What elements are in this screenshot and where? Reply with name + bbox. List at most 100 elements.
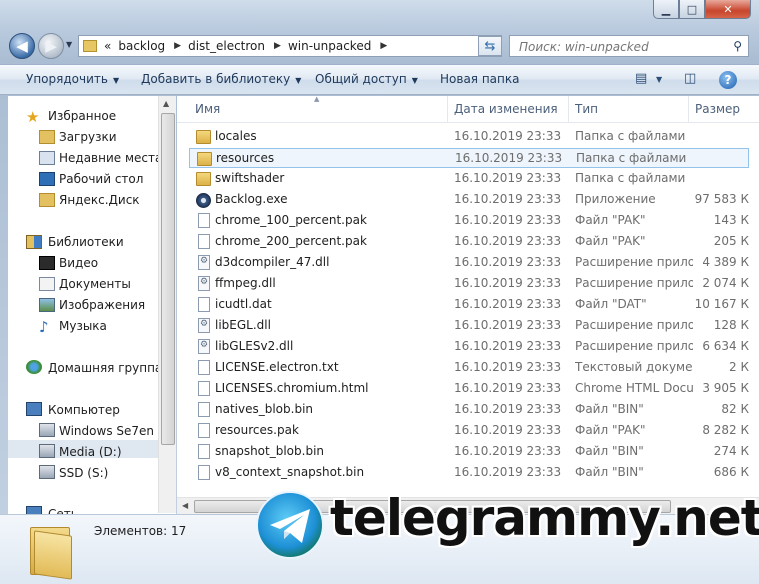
file-date: 16.10.2019 23:33 — [454, 423, 562, 437]
close-button[interactable]: ✕ — [705, 0, 751, 19]
breadcrumb-dist-electron[interactable]: dist_electron — [188, 39, 265, 53]
breadcrumb-backlog[interactable]: backlog — [118, 39, 165, 53]
file-type: Файл "BIN" — [575, 465, 644, 479]
preview-pane-icon[interactable]: ◫ — [684, 71, 696, 86]
file-type: Файл "PAK" — [575, 213, 646, 227]
table-row[interactable]: chrome_100_percent.pak 16.10.2019 23:33 Фа… — [189, 211, 749, 231]
view-dropdown-icon[interactable]: ▼ — [656, 75, 662, 84]
file-type: Файл "DAT" — [575, 297, 647, 311]
table-row[interactable]: snapshot_blob.bin 16.10.2019 23:33 Файл "B… — [189, 442, 749, 462]
folder-icon — [197, 152, 212, 166]
libraries-icon — [26, 235, 42, 249]
table-row[interactable]: libEGL.dll 16.10.2019 23:33 Расширение при… — [189, 316, 749, 336]
column-size[interactable]: Размер — [695, 102, 740, 116]
nav-libraries[interactable]: Библиотеки — [48, 235, 124, 249]
breadcrumb-separator-icon[interactable]: ▶ — [380, 41, 387, 51]
nav-images[interactable]: Изображения — [59, 298, 145, 312]
table-row[interactable]: Backlog.exe 16.10.2019 23:33 Приложение 97 … — [189, 190, 749, 210]
breadcrumb-separator-icon[interactable]: ▶ — [274, 41, 281, 51]
nav-recent[interactable]: Недавние места — [59, 151, 162, 165]
column-divider[interactable] — [447, 96, 448, 122]
table-row[interactable]: icudtl.dat 16.10.2019 23:33 Файл "DAT" 10 1… — [189, 295, 749, 315]
file-name: icudtl.dat — [215, 297, 272, 311]
table-row[interactable]: LICENSE.electron.txt 16.10.2019 23:33 Текс… — [189, 358, 749, 378]
nav-drive-c[interactable]: Windows Se7en (C — [59, 424, 171, 438]
file-type: Приложение — [575, 192, 656, 206]
address-bar[interactable]: « backlog ▶ dist_electron ▶ win-unpacked… — [78, 35, 502, 57]
file-name: LICENSES.chromium.html — [215, 381, 369, 395]
table-row[interactable]: locales 16.10.2019 23:33 Папка с файлами — [189, 127, 749, 147]
nav-yandex-disk[interactable]: Яндекс.Диск — [59, 193, 140, 207]
nav-drive-s[interactable]: SSD (S:) — [59, 466, 108, 480]
organize-menu[interactable]: Упорядочить ▼ — [26, 72, 119, 86]
help-icon[interactable]: ? — [719, 71, 737, 89]
file-size: 3 905 К — [702, 381, 749, 395]
scroll-left-icon[interactable]: ◀ — [182, 501, 188, 510]
file-name: chrome_200_percent.pak — [215, 234, 367, 248]
video-icon — [39, 256, 55, 270]
column-divider[interactable] — [568, 96, 569, 122]
column-header: ▲ Имя Дата изменения Тип Размер — [177, 96, 759, 123]
share-menu[interactable]: Общий доступ ▼ — [315, 72, 418, 86]
add-to-library-menu[interactable]: Добавить в библиотеку ▼ — [141, 72, 301, 86]
watermark-text: telegrammy.net — [330, 489, 759, 547]
table-row[interactable]: chrome_200_percent.pak 16.10.2019 23:33 Фа… — [189, 232, 749, 252]
column-name[interactable]: Имя — [195, 102, 220, 116]
nav-computer[interactable]: Компьютер — [48, 403, 120, 417]
nav-scrollbar[interactable]: ▲ — [158, 96, 176, 513]
file-type: Файл "BIN" — [575, 402, 644, 416]
address-overflow[interactable]: « — [104, 39, 111, 53]
table-row[interactable]: swiftshader 16.10.2019 23:33 Папка с файла… — [189, 169, 749, 189]
nav-desktop[interactable]: Рабочий стол — [59, 172, 143, 186]
file-name: natives_blob.bin — [215, 402, 314, 416]
minimize-button[interactable]: ▁ — [653, 0, 679, 19]
nav-favorites[interactable]: Избранное — [48, 109, 116, 123]
file-type: Файл "BIN" — [575, 444, 644, 458]
table-row[interactable]: v8_context_snapshot.bin 16.10.2019 23:33 Ф… — [189, 463, 749, 483]
file-date: 16.10.2019 23:33 — [454, 297, 562, 311]
nav-drive-d[interactable]: Media (D:) — [59, 445, 122, 459]
column-type[interactable]: Тип — [575, 102, 598, 116]
file-date: 16.10.2019 23:33 — [454, 402, 562, 416]
item-count: Элементов: 17 — [94, 524, 187, 538]
table-row[interactable]: resources.pak 16.10.2019 23:33 Файл "PAK" 8… — [189, 421, 749, 441]
table-row[interactable]: LICENSES.chromium.html 16.10.2019 23:33 Ch… — [189, 379, 749, 399]
nav-homegroup[interactable]: Домашняя группа — [48, 361, 162, 375]
file-size: 2 074 К — [702, 276, 749, 290]
search-box[interactable]: ⚲ — [509, 35, 749, 57]
search-icon[interactable]: ⚲ — [733, 39, 742, 53]
file-name: v8_context_snapshot.bin — [215, 465, 365, 479]
scroll-up-icon[interactable]: ▲ — [163, 99, 169, 108]
command-bar: Упорядочить ▼ Добавить в библиотеку ▼ Общи… — [0, 64, 759, 95]
breadcrumb-win-unpacked[interactable]: win-unpacked — [288, 39, 371, 53]
table-row[interactable]: libGLESv2.dll 16.10.2019 23:33 Расширение … — [189, 337, 749, 357]
table-row[interactable]: resources 16.10.2019 23:33 Папка с файлами — [189, 148, 749, 168]
file-name: resources.pak — [215, 423, 299, 437]
file-date: 16.10.2019 23:33 — [454, 318, 562, 332]
file-name: locales — [215, 129, 257, 143]
forward-button[interactable]: ▶ — [38, 33, 64, 59]
column-date[interactable]: Дата изменения — [454, 102, 558, 116]
nav-downloads[interactable]: Загрузки — [59, 130, 117, 144]
app-icon — [196, 193, 211, 208]
file-icon — [198, 444, 210, 459]
recent-pages-dropdown[interactable]: ▼ — [66, 40, 72, 49]
file-size: 6 634 К — [702, 339, 749, 353]
maximize-button[interactable]: □ — [679, 0, 705, 19]
nav-video[interactable]: Видео — [59, 256, 98, 270]
back-button[interactable]: ◀ — [9, 33, 35, 59]
column-divider[interactable] — [688, 96, 689, 122]
view-options-icon[interactable]: ▤ — [635, 71, 647, 86]
file-date: 16.10.2019 23:33 — [454, 339, 562, 353]
breadcrumb-separator-icon[interactable]: ▶ — [174, 41, 181, 51]
nav-documents[interactable]: Документы — [59, 277, 131, 291]
scrollbar-thumb[interactable] — [161, 113, 175, 445]
refresh-button[interactable]: ⇆ — [478, 36, 502, 56]
table-row[interactable]: natives_blob.bin 16.10.2019 23:33 Файл "BI… — [189, 400, 749, 420]
nav-music[interactable]: Музыка — [59, 319, 107, 333]
file-type: Папка с файлами — [575, 171, 686, 185]
table-row[interactable]: d3dcompiler_47.dll 16.10.2019 23:33 Расшир… — [189, 253, 749, 273]
search-input[interactable] — [517, 37, 721, 57]
table-row[interactable]: ffmpeg.dll 16.10.2019 23:33 Расширение при… — [189, 274, 749, 294]
new-folder-button[interactable]: Новая папка — [440, 72, 519, 86]
